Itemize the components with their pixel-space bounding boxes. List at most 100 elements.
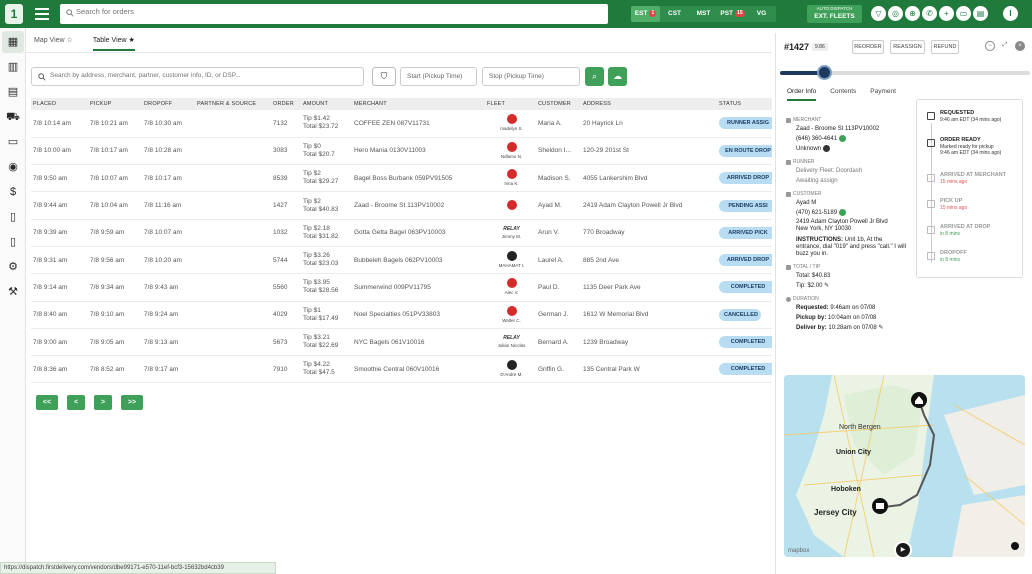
first-page-button[interactable]: <<: [36, 395, 58, 410]
progress-handle[interactable]: [817, 65, 832, 80]
ticket-icon[interactable]: ▭: [2, 131, 24, 153]
table-row[interactable]: 7/8 10:14 am 7/8 10:21 am 7/8 10:30 am 7132…: [31, 110, 772, 138]
map-icon[interactable]: ▦: [2, 31, 24, 53]
expand-icon[interactable]: ⤢: [1000, 41, 1010, 51]
column-header[interactable]: FLEET: [485, 98, 536, 110]
table-row[interactable]: 7/8 8:36 am 7/8 8:52 am 7/8 9:17 am 7910 Tip…: [31, 355, 772, 384]
table-row[interactable]: 7/8 9:50 am 7/8 10:07 am 7/8 10:17 am 8539 T…: [31, 164, 772, 193]
column-header[interactable]: ORDER: [271, 98, 301, 110]
filter-search-input[interactable]: [50, 72, 350, 79]
order-filter-search[interactable]: [31, 67, 364, 86]
order-progress-slider[interactable]: [780, 65, 1030, 80]
crosshair-icon[interactable]: ⊕: [905, 6, 920, 21]
last-page-button[interactable]: >>: [121, 395, 143, 410]
next-page-button[interactable]: >: [94, 395, 112, 410]
phone-icon[interactable]: [838, 135, 846, 142]
address-cell: 20 Hayrick Ln: [581, 110, 717, 138]
column-header[interactable]: AMOUNT: [301, 98, 352, 110]
table-row[interactable]: 7/8 9:44 am 7/8 10:04 am 7/8 11:16 am 1427 T…: [31, 191, 772, 220]
merchant-cell: Bagel Boss Burbank 059PV91505: [352, 164, 485, 193]
order-tip-row: Tip: $2.00 ✎: [786, 282, 908, 290]
filter-icon[interactable]: ▽: [871, 6, 886, 21]
timezone-vg[interactable]: VG: [747, 6, 776, 22]
search-button[interactable]: ⌕: [585, 67, 604, 86]
status-badge[interactable]: ARRIVED DROP: [719, 254, 772, 267]
start-time-input[interactable]: Start (Pickup Time): [400, 67, 477, 86]
status-badge[interactable]: ARRIVED PICK: [719, 226, 772, 239]
column-header[interactable]: DROPOFF: [142, 98, 195, 110]
wrench-icon[interactable]: ⚒: [2, 281, 24, 303]
route-map[interactable]: North Bergen Union City Hoboken Jersey C…: [784, 375, 1025, 557]
car-icon[interactable]: ⛟: [2, 106, 24, 128]
timezone-pst[interactable]: PST 15: [718, 6, 747, 22]
receipt-icon[interactable]: ▯: [2, 206, 24, 228]
deliver-time: 10:28am on 07/08: [828, 325, 877, 332]
play-icon[interactable]: ▶: [894, 541, 912, 559]
phone-icon[interactable]: ✆: [922, 6, 937, 21]
chart-icon[interactable]: ▥: [2, 56, 24, 78]
status-badge[interactable]: RUNNER ASSIG: [719, 117, 772, 130]
tab-table-view[interactable]: Table View ★: [92, 36, 135, 51]
receipt-alt-icon[interactable]: ▯: [2, 231, 24, 253]
status-badge[interactable]: COMPLETED: [719, 281, 772, 294]
book-icon[interactable]: ▤: [973, 6, 988, 21]
timezone-mst[interactable]: MST: [689, 6, 718, 22]
gear-icon[interactable]: ⚙: [2, 256, 24, 278]
auto-dispatch-button[interactable]: AUTO DISPATCH EXT. FLEETS: [807, 5, 862, 23]
customer-phone[interactable]: (470) 621-5189: [796, 210, 837, 216]
edit-icon[interactable]: ✎: [824, 283, 829, 289]
calendar-icon[interactable]: ▤: [2, 81, 24, 103]
table-row[interactable]: 7/8 8:40 am 7/8 9:10 am 7/8 9:24 am 4029 Tip…: [31, 301, 772, 329]
avatar[interactable]: I: [1003, 6, 1018, 21]
camera-icon[interactable]: ◉: [2, 156, 24, 178]
column-header[interactable]: MERCHANT: [352, 98, 485, 110]
tab-contents[interactable]: Contents: [830, 88, 856, 101]
dollar-icon[interactable]: $: [2, 181, 24, 203]
table-row[interactable]: 7/8 9:31 am 7/8 9:56 am 7/8 10:20 am 5744 Ti…: [31, 246, 772, 275]
tab-map-view[interactable]: Map View ☆: [34, 36, 73, 51]
plus-icon[interactable]: +: [939, 6, 954, 21]
phone-icon[interactable]: [838, 209, 846, 217]
table-row[interactable]: 7/8 9:39 am 7/8 9:59 am 7/8 10:07 am 1032 Ti…: [31, 219, 772, 247]
edit-icon[interactable]: ✎: [878, 325, 883, 331]
column-header[interactable]: ADDRESS: [581, 98, 717, 110]
address-cell: 885 2nd Ave: [581, 246, 717, 275]
info-icon[interactable]: [1011, 542, 1019, 550]
refund-button[interactable]: REFUND: [931, 40, 959, 54]
column-header[interactable]: PICKUP: [88, 98, 142, 110]
stop-time-input[interactable]: Stop (Pickup Time): [482, 67, 580, 86]
close-icon[interactable]: ×: [1015, 41, 1025, 51]
timezone-cst[interactable]: CST: [660, 6, 689, 22]
status-badge[interactable]: PENDING ASSI: [719, 199, 772, 212]
tab-order-info[interactable]: Order Info: [787, 88, 817, 101]
status-badge[interactable]: ARRIVED DROP: [719, 172, 772, 185]
status-badge[interactable]: COMPLETED: [719, 363, 772, 376]
merchant-phone[interactable]: (646) 360-4641: [796, 136, 837, 142]
order-search-input[interactable]: [76, 7, 576, 16]
column-header[interactable]: CUSTOMER: [536, 98, 581, 110]
timezone-est[interactable]: EST 1: [631, 6, 660, 22]
tab-payment[interactable]: Payment: [870, 88, 896, 101]
target-icon[interactable]: ◎: [888, 6, 903, 21]
status-badge[interactable]: COMPLETED: [719, 336, 772, 349]
reorder-button[interactable]: REORDER: [852, 40, 884, 54]
table-row[interactable]: 7/8 9:14 am 7/8 9:34 am 7/8 9:43 am 5560 Tip…: [31, 273, 772, 302]
status-cell: RUNNER ASSIG: [717, 110, 772, 138]
prev-page-button[interactable]: <: [67, 395, 85, 410]
download-button[interactable]: ☁: [608, 67, 627, 86]
reassign-button[interactable]: REASSIGN: [890, 40, 925, 54]
table-row[interactable]: 7/8 9:00 am 7/8 9:05 am 7/8 9:13 am 5673 Tip…: [31, 328, 772, 357]
app-logo[interactable]: 1: [5, 4, 23, 24]
menu-icon[interactable]: [35, 8, 49, 20]
info-icon[interactable]: [822, 145, 830, 153]
status-badge[interactable]: CANCELLED: [719, 308, 761, 321]
order-search-bar[interactable]: [60, 4, 608, 24]
column-header[interactable]: STATUS: [717, 98, 772, 110]
column-header[interactable]: PLACED: [31, 98, 88, 110]
chat-icon[interactable]: ▭: [956, 6, 971, 21]
table-row[interactable]: 7/8 10:00 am 7/8 10:17 am 7/8 10:28 am 3083…: [31, 137, 772, 166]
minimize-icon[interactable]: −: [985, 41, 995, 51]
column-header[interactable]: PARTNER & SOURCE: [195, 98, 271, 110]
filter-button[interactable]: ⛉: [372, 67, 396, 86]
status-badge[interactable]: EN ROUTE DROP: [719, 144, 772, 157]
